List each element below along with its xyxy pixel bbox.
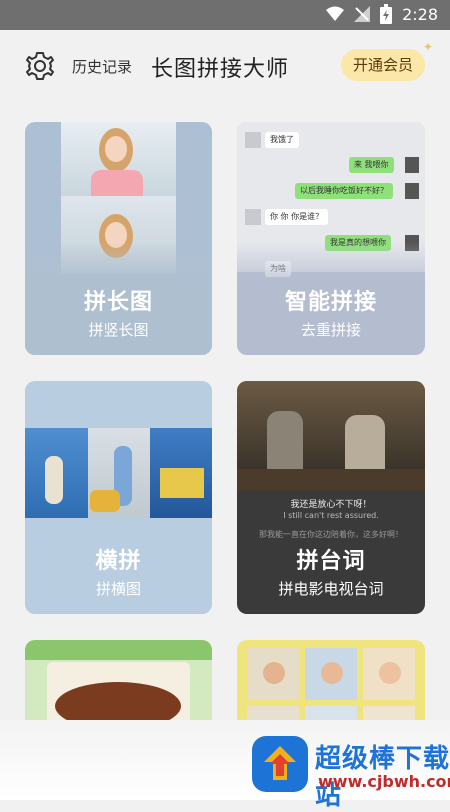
card-food-template[interactable]: [25, 640, 212, 730]
signal-icon: [354, 6, 371, 22]
card-subtitle: 拼横图: [95, 580, 141, 598]
watermark-url: www.cjbwh.com: [318, 772, 450, 791]
movie-subtitle-en: I still can't rest assured.: [283, 511, 379, 520]
movie-subtitle-cn: 我还是放心不下呀！: [290, 500, 372, 510]
card-title: 拼长图: [83, 290, 153, 315]
battery-charging-icon: [380, 4, 393, 24]
card-horizontal-stitch[interactable]: 横拼 拼横图: [25, 381, 212, 614]
movie-still: [237, 381, 425, 491]
card-title: 横拼: [95, 549, 142, 574]
sample-photo-1: [61, 122, 176, 196]
status-time: 2:28: [402, 4, 438, 24]
card-movie-lines[interactable]: 我还是放心不下呀！ I still can't rest assured. 那我…: [237, 381, 425, 614]
card-subtitle: 去重拼接: [300, 321, 361, 339]
card-subtitle: 拼电影电视台词: [278, 580, 384, 598]
card-grid-template[interactable]: [237, 640, 425, 730]
page-title: 长图拼接大师: [151, 57, 290, 82]
watermark-logo-icon: [252, 736, 308, 792]
movie-subtitle-cn-2: 那我能一直在你这边陪着你，这多好啊！: [259, 530, 403, 539]
vip-button[interactable]: 开通会员: [341, 49, 425, 81]
card-title: 智能拼接: [284, 290, 377, 315]
chat-message: 我饿了: [265, 132, 299, 148]
gear-icon[interactable]: [24, 50, 56, 82]
chat-message: 你 你 你是谁？: [265, 209, 329, 225]
chat-message: 来 我喂你: [349, 157, 394, 173]
card-subtitle: 拼竖长图: [88, 321, 149, 339]
chat-message: 以后我睡你吃饭好不好？: [295, 183, 393, 199]
card-long-stitch[interactable]: 拼长图 拼竖长图: [25, 122, 212, 355]
card-smart-stitch[interactable]: 我饿了 来 我喂你 以后我睡你吃饭好不好？ 你 你 你是谁？ 我是真的想喂你 为…: [237, 122, 425, 355]
sample-photo-middle: [88, 428, 150, 518]
status-bar: 2:28: [0, 0, 450, 30]
sparkle-icon: ✦: [423, 40, 434, 54]
history-link[interactable]: 历史记录: [72, 56, 132, 77]
card-title: 拼台词: [296, 549, 366, 574]
sample-photo-left: [25, 428, 88, 518]
sample-photo-right: [150, 428, 212, 518]
wifi-icon: [326, 6, 345, 21]
status-icons: 2:28: [326, 4, 438, 24]
